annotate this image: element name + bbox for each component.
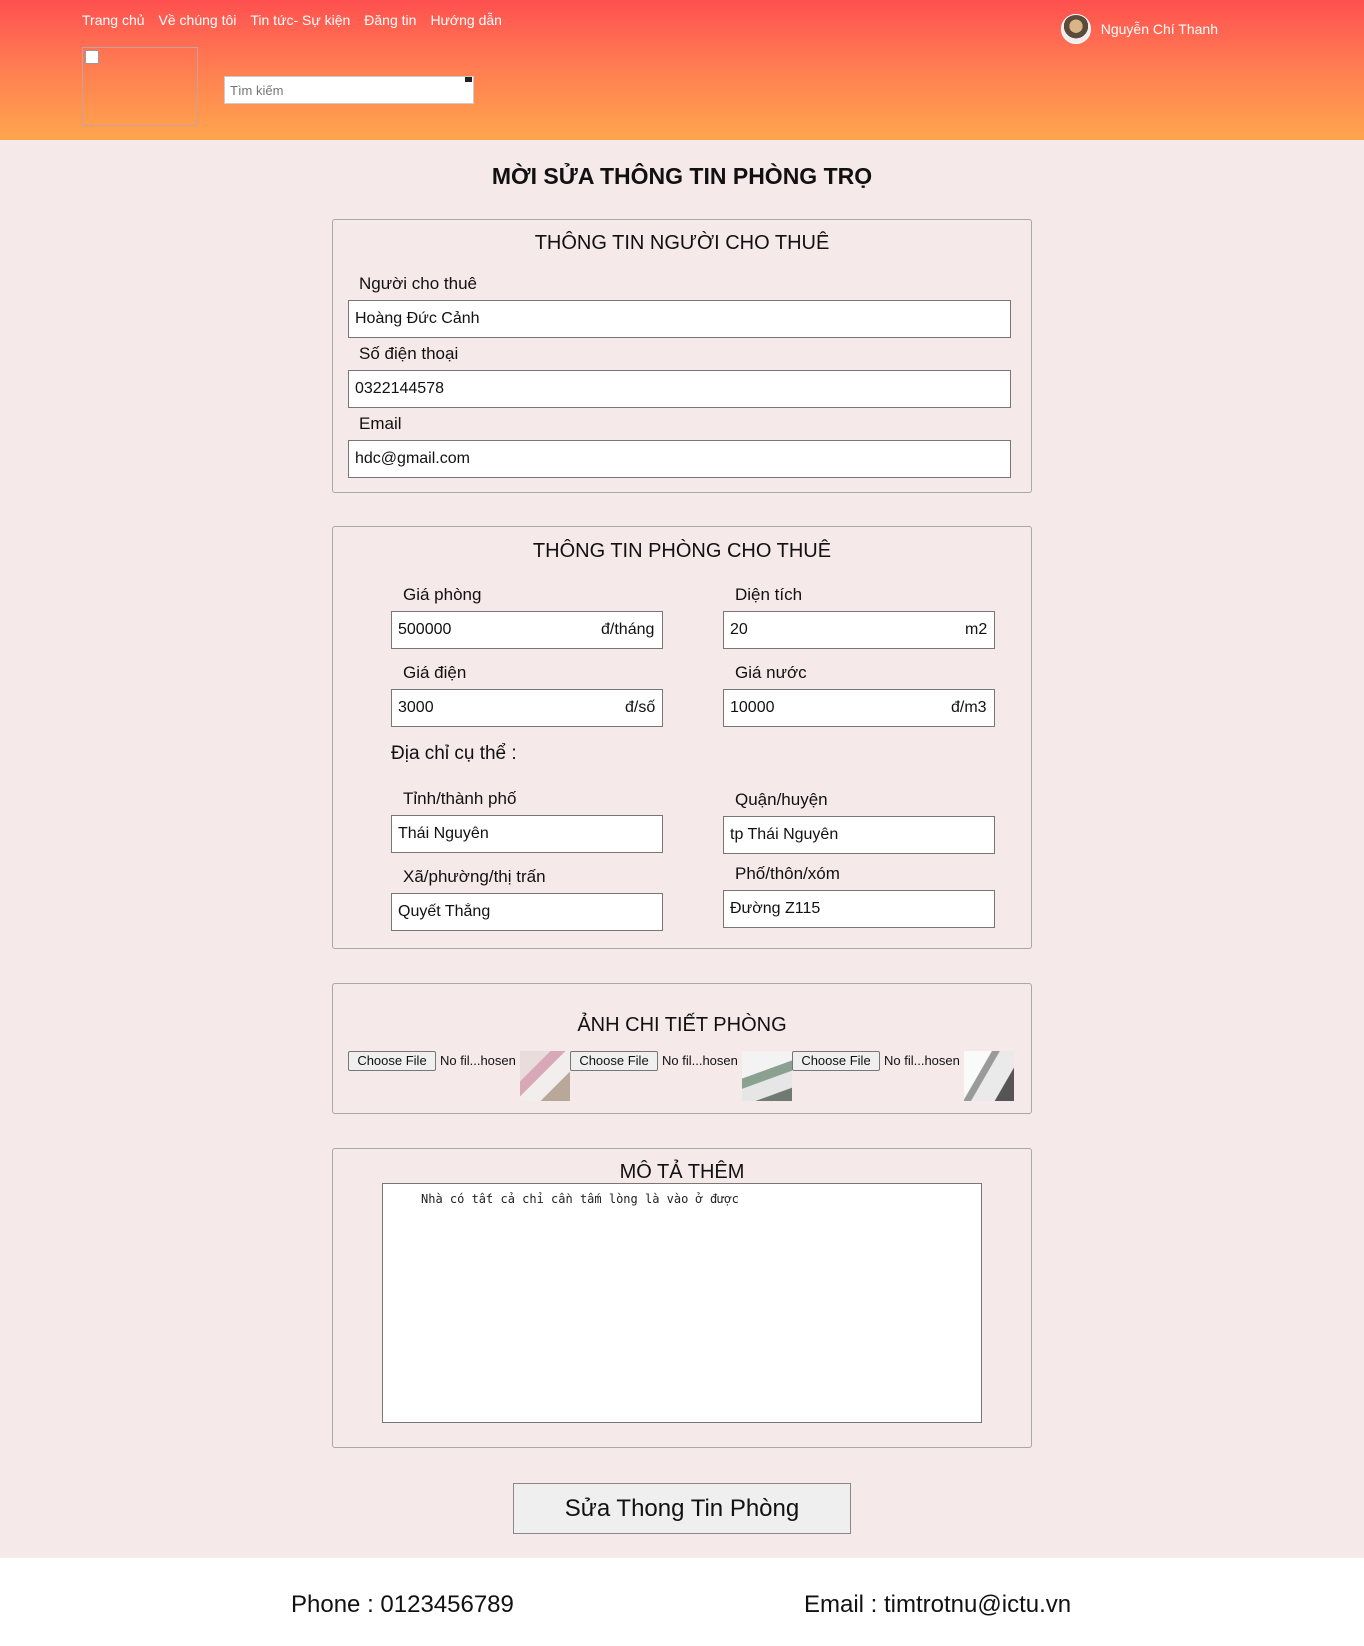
owner-phone-label: Số điện thoại: [359, 344, 459, 363]
water-unit: đ/m3: [951, 699, 987, 716]
district-label: Quận/huyện: [735, 790, 828, 809]
price-label: Giá phòng: [403, 585, 482, 604]
owner-name-label: Người cho thuê: [359, 274, 477, 293]
header: Trang chủ Về chúng tôi Tin tức- Sự kiện …: [0, 0, 1364, 140]
file-status-2: No fil...hosen: [662, 1053, 738, 1068]
nav-guide[interactable]: Hướng dẫn: [430, 12, 501, 28]
choose-file-button-1[interactable]: Choose File: [348, 1051, 436, 1071]
description-textarea[interactable]: Nhà có tất cả chỉ cần tấm lòng là vào ở …: [382, 1183, 982, 1423]
ward-field[interactable]: [391, 893, 663, 931]
search-input[interactable]: [224, 76, 474, 104]
avatar[interactable]: [1060, 14, 1091, 44]
description-title: MÔ TẢ THÊM: [619, 1161, 745, 1183]
area-label: Diện tích: [735, 585, 803, 604]
photos-title: ẢNH CHI TIẾT PHÒNG: [577, 1014, 787, 1036]
footer: Phone : 0123456789 Email : timtrotnu@ict…: [0, 1558, 1364, 1646]
owner-email-label: Email: [359, 414, 402, 433]
photos-section: ẢNH CHI TIẾT PHÒNG: [332, 983, 1032, 1114]
search-icon[interactable]: [465, 77, 472, 82]
area-field[interactable]: [723, 611, 995, 649]
electric-unit: đ/số: [625, 699, 656, 716]
area-unit: m2: [965, 621, 988, 638]
footer-phone: Phone : 0123456789: [291, 1591, 514, 1618]
logo[interactable]: [82, 47, 198, 126]
room-photo-3: [964, 1051, 1014, 1101]
nav-news[interactable]: Tin tức- Sự kiện: [250, 12, 350, 28]
province-label: Tỉnh/thành phố: [403, 789, 517, 808]
owner-phone-field[interactable]: [348, 370, 1011, 408]
room-photo-1: [520, 1051, 570, 1101]
province-field[interactable]: [391, 815, 663, 853]
address-label: Địa chỉ cụ thể :: [391, 743, 517, 764]
owner-name-field[interactable]: [348, 300, 1011, 338]
nav-post[interactable]: Đăng tin: [364, 12, 416, 28]
electric-label: Giá điện: [403, 663, 467, 682]
water-label: Giá nước: [735, 663, 807, 682]
nav-about[interactable]: Về chúng tôi: [159, 12, 237, 28]
submit-button[interactable]: Sửa Thong Tin Phòng: [513, 1483, 851, 1534]
footer-email: Email : timtrotnu@ictu.vn: [804, 1591, 1072, 1618]
choose-file-button-2[interactable]: Choose File: [570, 1051, 658, 1071]
district-field[interactable]: [723, 816, 995, 854]
ward-label: Xã/phường/thị trấn: [403, 867, 546, 886]
owner-email-field[interactable]: [348, 440, 1011, 478]
owner-info-title: THÔNG TIN NGƯỜI CHO THUÊ: [534, 232, 830, 254]
nav-home[interactable]: Trang chủ: [82, 12, 145, 28]
top-nav: Trang chủ Về chúng tôi Tin tức- Sự kiện …: [82, 12, 502, 28]
room-info-title: THÔNG TIN PHÒNG CHO THUÊ: [532, 540, 832, 562]
room-photo-2: [742, 1051, 792, 1101]
street-label: Phố/thôn/xóm: [735, 864, 840, 883]
user-name[interactable]: Nguyễn Chí Thanh: [1101, 21, 1218, 37]
file-status-1: No fil...hosen: [440, 1053, 516, 1068]
broken-image-icon: [85, 50, 99, 64]
street-field[interactable]: [723, 890, 995, 928]
user-menu[interactable]: Nguyễn Chí Thanh: [1060, 14, 1218, 44]
price-unit: đ/tháng: [601, 621, 655, 638]
electric-field[interactable]: [391, 689, 663, 727]
choose-file-button-3[interactable]: Choose File: [792, 1051, 880, 1071]
page-title: MỜI SỬA THÔNG TIN PHÒNG TRỌ: [491, 163, 873, 189]
file-status-3: No fil...hosen: [884, 1053, 960, 1068]
